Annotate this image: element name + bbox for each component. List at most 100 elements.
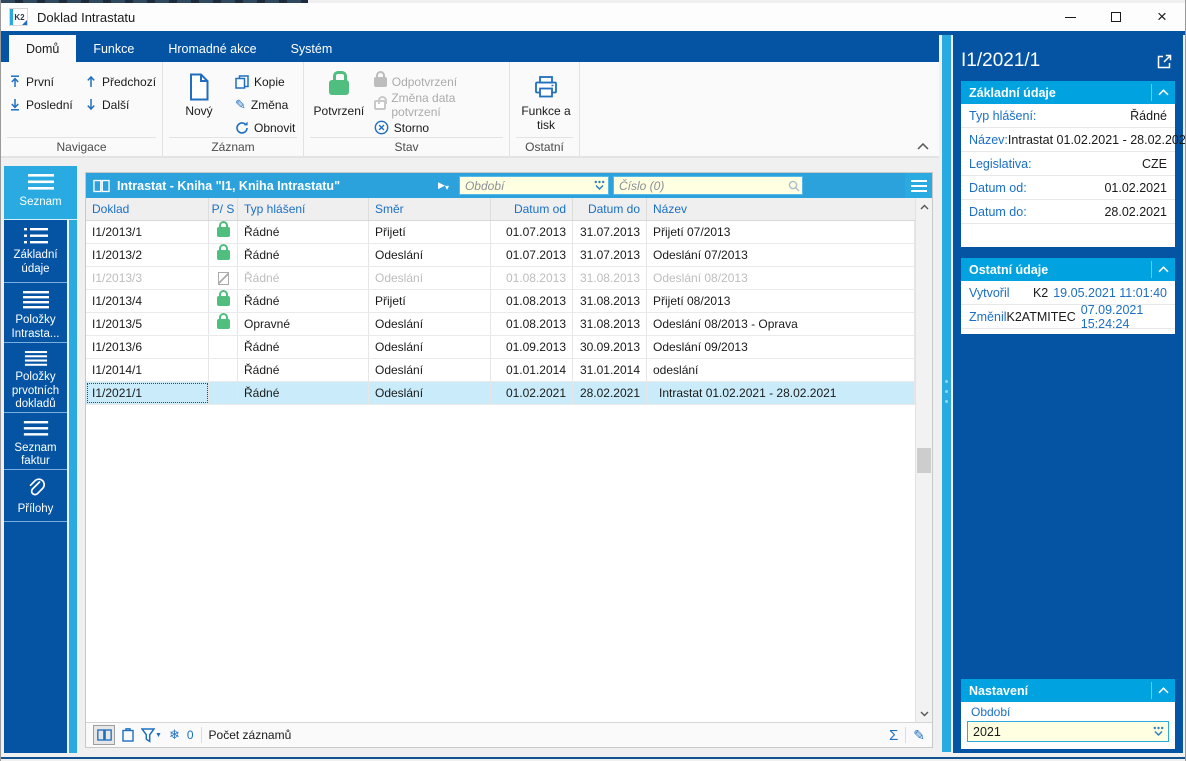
last-button[interactable]: Poslední xyxy=(9,98,85,112)
field-zmenil: Změnil K2ATMITEC 07.09.2021 15:24:24 xyxy=(961,303,1175,331)
functions-print-button[interactable]: Funkce a tisk xyxy=(518,70,574,132)
group-label-stav: Stav xyxy=(310,137,503,154)
collapse-chevron-icon[interactable] xyxy=(1151,261,1175,278)
tab-domu[interactable]: Domů xyxy=(9,35,77,62)
confirmed-lock-icon xyxy=(216,221,230,237)
sum-button[interactable]: Σ xyxy=(889,727,898,744)
section-title: Základní údaje xyxy=(969,85,1056,100)
grid-menu-button[interactable] xyxy=(905,173,932,198)
storno-label: Storno xyxy=(393,120,430,135)
card-view-button[interactable] xyxy=(122,728,134,742)
new-button[interactable]: Nový xyxy=(171,70,227,137)
first-button[interactable]: První xyxy=(9,75,85,89)
book-icon xyxy=(93,179,110,192)
column-header-datum-do[interactable]: Datum do xyxy=(573,198,647,220)
book-expand-arrow[interactable]: ▶▾ xyxy=(438,180,449,192)
column-header-nazev[interactable]: Název xyxy=(647,198,932,220)
change-confirm-date-button[interactable]: Změna data potvrzení xyxy=(373,91,503,119)
column-header-doklad[interactable]: Doklad xyxy=(86,198,209,220)
collapse-chevron-icon[interactable] xyxy=(1151,682,1175,699)
sidebar-item-seznam[interactable]: Seznam xyxy=(4,166,77,220)
arrow-up-bar-icon xyxy=(11,75,19,87)
cancel-circle-icon xyxy=(374,120,389,135)
section-header-ostatni-udaje[interactable]: Ostatní údaje xyxy=(961,258,1175,281)
ribbon: První Předchozí Poslední Další Navigace xyxy=(1,62,939,158)
tab-hromadne-akce[interactable]: Hromadné akce xyxy=(151,35,273,62)
copy-button[interactable]: Kopie xyxy=(235,72,295,91)
close-icon: × xyxy=(1157,7,1167,26)
table-row[interactable]: I1/2013/5 Opravné Odeslání 01.08.2013 31… xyxy=(86,313,915,336)
change-confirm-date-label: Změna data potvrzení xyxy=(391,90,456,119)
edit-button[interactable]: ✎ xyxy=(913,727,925,744)
app-window: K2 Doklad Intrastatu × Domů Funkce Hroma… xyxy=(0,0,1186,761)
scroll-up-arrow[interactable] xyxy=(916,198,932,215)
sidebar-item-prilohy[interactable]: Přílohy xyxy=(4,470,67,522)
change-button[interactable]: ✎ Změna xyxy=(235,95,295,114)
column-header-smer[interactable]: Směr xyxy=(369,198,491,220)
arrow-up-icon xyxy=(87,75,95,87)
tab-funkce[interactable]: Funkce xyxy=(76,35,151,62)
frozen-count: 0 xyxy=(186,728,194,742)
dropdown-dots-icon[interactable] xyxy=(1152,726,1165,738)
scrollbar-thumb[interactable] xyxy=(917,448,931,473)
sidebar-item-seznam-faktur[interactable]: Seznam faktur xyxy=(4,413,67,470)
printer-icon xyxy=(533,70,559,104)
column-header-ps[interactable]: P/ S xyxy=(209,198,238,220)
panel-splitter[interactable] xyxy=(942,35,951,752)
table-row[interactable]: I1/2013/1 Řádné Přijetí 01.07.2013 31.07… xyxy=(86,221,915,244)
previous-button[interactable]: Předchozí xyxy=(85,75,161,89)
sidebar-item-polozky-intrastatu[interactable]: Položky Intrasta... xyxy=(4,283,67,343)
table-row[interactable]: I1/2013/6 Řádné Odeslání 01.09.2013 30.0… xyxy=(86,336,915,359)
storno-document-icon xyxy=(217,271,229,285)
obdobi-input[interactable] xyxy=(967,721,1169,742)
sidebar-rail xyxy=(68,166,77,753)
open-in-window-button[interactable] xyxy=(1156,53,1173,70)
column-header-typ[interactable]: Typ hlášení xyxy=(238,198,369,220)
refresh-label: Obnovit xyxy=(254,120,296,135)
table-row[interactable]: I1/2014/1 Řádné Odeslání 01.01.2014 31.0… xyxy=(86,359,915,382)
column-header-row: Doklad P/ S Typ hlášení Směr Datum od Da… xyxy=(86,198,932,221)
cislo-filter-input[interactable] xyxy=(612,176,803,195)
ribbon-group-zaznam: Nový Kopie ✎ Změna Obnovit Záznam xyxy=(163,62,304,156)
filter-caret-icon: ▼ xyxy=(155,731,162,739)
sidebar-item-polozky-prvotnich-dokladu[interactable]: Položky prvotních dokladů xyxy=(4,343,67,413)
k2-app-icon: K2 xyxy=(9,8,28,26)
vertical-scrollbar[interactable] xyxy=(915,198,932,722)
table-row-selected[interactable]: I1/2021/1 Řádné Odeslání 01.02.2021 28.0… xyxy=(86,382,915,405)
collapse-chevron-icon[interactable] xyxy=(1151,84,1175,101)
table-row-cancelled[interactable]: I1/2013/3 Řádné Odeslání 01.08.2013 31.0… xyxy=(86,267,915,290)
detail-panel: I1/2021/1 Základní údaje Typ hlášení: Řá… xyxy=(953,31,1185,753)
section-header-zakladni-udaje[interactable]: Základní údaje xyxy=(961,81,1175,104)
freeze-button[interactable]: ❄ xyxy=(169,727,180,743)
maximize-icon xyxy=(1111,12,1121,22)
section-header-nastaveni[interactable]: Nastavení xyxy=(961,679,1175,702)
table-row[interactable]: I1/2013/4 Řádné Přijetí 01.08.2013 31.08… xyxy=(86,290,915,313)
record-count-label[interactable]: Počet záznamů xyxy=(209,728,292,742)
scroll-down-arrow[interactable] xyxy=(916,705,932,722)
pencil-icon: ✎ xyxy=(235,96,246,112)
tab-system[interactable]: Systém xyxy=(274,35,350,62)
obdobi-label: Období xyxy=(971,705,1011,719)
sidebar-item-zakladni-udaje[interactable]: Základní údaje xyxy=(4,220,67,283)
dropdown-dots-icon[interactable] xyxy=(593,180,606,192)
table-row[interactable]: I1/2013/2 Řádné Odeslání 01.07.2013 31.0… xyxy=(86,244,915,267)
close-button[interactable]: × xyxy=(1139,3,1185,31)
book-view-button[interactable] xyxy=(93,725,115,745)
copy-icon xyxy=(235,74,249,89)
next-button[interactable]: Další xyxy=(85,98,161,112)
refresh-button[interactable]: Obnovit xyxy=(235,118,295,137)
minimize-button[interactable] xyxy=(1047,3,1093,31)
filter-button[interactable]: ▼ xyxy=(141,727,162,743)
next-label: Další xyxy=(102,97,130,112)
ribbon-collapse-button[interactable] xyxy=(917,143,929,150)
storno-button[interactable]: Storno xyxy=(374,118,503,137)
functions-print-label: Funkce a tisk xyxy=(521,104,571,132)
book-title: Intrastat - Kniha "I1, Kniha Intrastatu" xyxy=(117,178,340,193)
statusbar-separator xyxy=(905,727,907,743)
maximize-button[interactable] xyxy=(1093,3,1139,31)
unconfirm-button[interactable]: Odpotvrzení xyxy=(373,70,503,91)
column-header-datum-od[interactable]: Datum od xyxy=(491,198,573,220)
obdobi-filter-input[interactable] xyxy=(458,176,609,195)
confirm-button[interactable]: Potvrzení xyxy=(312,70,366,137)
copy-label: Kopie xyxy=(254,74,285,89)
